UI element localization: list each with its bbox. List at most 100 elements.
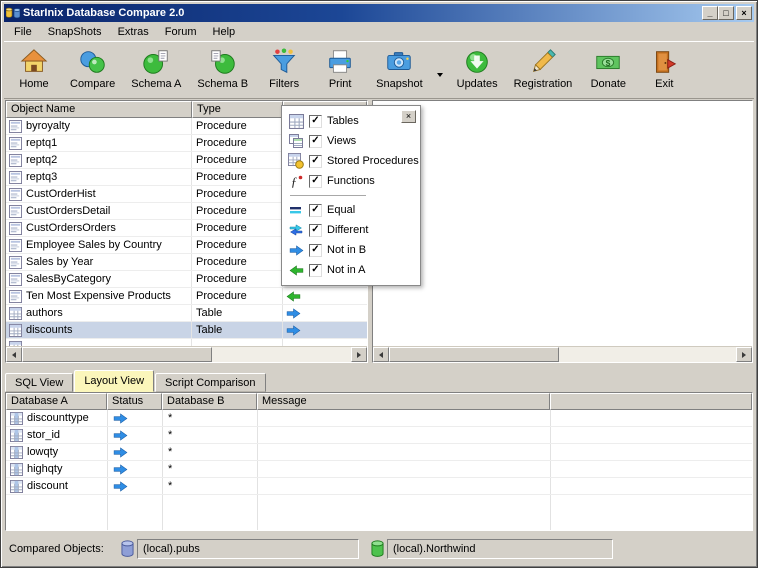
object-type-icon	[9, 154, 22, 167]
comparison-row[interactable]: discount *	[6, 478, 752, 495]
object-name: reptq1	[26, 137, 57, 149]
scroll-left-button[interactable]	[6, 347, 22, 362]
different-checkbox[interactable]	[309, 224, 322, 237]
column-icon	[10, 446, 23, 459]
snapshot-dropdown-button[interactable]	[433, 66, 447, 84]
toolbar-filters-button[interactable]: Filters	[258, 44, 310, 92]
database-b-icon	[371, 540, 384, 558]
popup-separator	[290, 195, 366, 196]
object-type: Procedure	[192, 169, 283, 185]
toolbar: Home Compare Schema A	[4, 41, 754, 99]
registration-icon	[528, 47, 558, 77]
triangle-left-icon	[376, 352, 383, 358]
close-button[interactable]: ×	[736, 6, 752, 20]
toolbar-exit-button[interactable]: Exit	[638, 44, 690, 92]
column-icon	[10, 463, 23, 476]
column-header-status[interactable]: Status	[107, 393, 162, 410]
stored-procedures-checkbox[interactable]	[309, 155, 322, 168]
column-name: highqty	[27, 463, 62, 475]
scroll-left-button[interactable]	[373, 347, 389, 362]
updates-icon	[462, 47, 492, 77]
database-b-value: *	[162, 478, 257, 494]
object-type-icon	[9, 273, 22, 286]
filter-item-different[interactable]: Different	[282, 220, 420, 240]
filter-item-tables[interactable]: Tables	[282, 111, 420, 131]
column-header-message[interactable]: Message	[257, 393, 550, 410]
views-checkbox[interactable]	[309, 135, 322, 148]
toolbar-print-button[interactable]: Print	[314, 44, 366, 92]
compared-objects-label: Compared Objects:	[9, 533, 104, 565]
status-arrow-icon	[286, 308, 301, 319]
comparison-row[interactable]: lowqty *	[6, 444, 752, 461]
toolbar-donate-button[interactable]: $ Donate	[582, 44, 634, 92]
filter-item-not-in-b[interactable]: Not in B	[282, 240, 420, 260]
object-type: Procedure	[192, 288, 283, 304]
toolbar-schema-a-button[interactable]: Schema A	[125, 44, 187, 92]
equal-checkbox[interactable]	[309, 204, 322, 217]
column-header-object-name[interactable]: Object Name	[6, 101, 192, 118]
not-in-b-checkbox[interactable]	[309, 244, 322, 257]
filters-popup: × Tables Views	[281, 105, 421, 286]
tab-sql-view[interactable]: SQL View	[5, 373, 73, 392]
object-row[interactable]	[6, 339, 367, 346]
column-name: stor_id	[27, 429, 60, 441]
menu-snapshots[interactable]: SnapShots	[40, 24, 110, 40]
tab-script-comparison[interactable]: Script Comparison	[155, 373, 265, 392]
object-row[interactable]: discounts Table	[6, 322, 367, 339]
scroll-right-button[interactable]	[736, 347, 752, 362]
comparison-row[interactable]: highqty *	[6, 461, 752, 478]
home-icon	[19, 47, 49, 77]
menu-forum[interactable]: Forum	[157, 24, 205, 40]
object-row[interactable]: authors Table	[6, 305, 367, 322]
maximize-button[interactable]: □	[718, 6, 734, 20]
menu-file[interactable]: File	[6, 24, 40, 40]
minimize-button[interactable]: _	[702, 6, 718, 20]
column-header-type[interactable]: Type	[192, 101, 283, 118]
tables-checkbox[interactable]	[309, 115, 322, 128]
tab-layout-view[interactable]: Layout View	[74, 370, 154, 392]
scroll-thumb[interactable]	[389, 347, 559, 362]
scroll-thumb[interactable]	[22, 347, 212, 362]
filter-item-stored-procedures[interactable]: Stored Procedures	[282, 151, 420, 171]
object-list-hscrollbar[interactable]	[6, 346, 367, 362]
chevron-down-icon	[437, 73, 443, 77]
not-in-a-icon	[288, 262, 304, 278]
database-a-field: (local).pubs	[137, 539, 359, 559]
toolbar-registration-button[interactable]: Registration	[508, 44, 579, 92]
object-row[interactable]: Ten Most Expensive Products Procedure	[6, 288, 367, 305]
toolbar-compare-button[interactable]: Compare	[64, 44, 121, 92]
toolbar-schema-b-button[interactable]: Schema B	[191, 44, 254, 92]
object-type-icon	[9, 256, 22, 269]
menu-help[interactable]: Help	[205, 24, 244, 40]
object-type: Procedure	[192, 254, 283, 270]
filter-item-not-in-a[interactable]: Not in A	[282, 260, 420, 280]
column-header-database-b[interactable]: Database B	[162, 393, 257, 410]
view-tabs: SQL View Layout View Script Comparison	[5, 370, 267, 392]
object-name: Sales by Year	[26, 256, 93, 268]
filter-item-functions[interactable]: ƒ Functions	[282, 171, 420, 191]
toolbar-home-button[interactable]: Home	[8, 44, 60, 92]
column-icon	[10, 429, 23, 442]
scroll-right-button[interactable]	[351, 347, 367, 362]
column-header-database-a[interactable]: Database A	[6, 393, 107, 410]
toolbar-updates-button[interactable]: Updates	[451, 44, 504, 92]
schema-a-icon	[141, 47, 171, 77]
exit-icon	[649, 47, 679, 77]
menu-extras[interactable]: Extras	[110, 24, 157, 40]
filter-item-equal[interactable]: Equal	[282, 200, 420, 220]
object-type: Procedure	[192, 135, 283, 151]
object-type: Procedure	[192, 203, 283, 219]
schema-b-icon	[208, 47, 238, 77]
triangle-left-icon	[9, 352, 16, 358]
detail-panel-hscrollbar[interactable]	[373, 346, 752, 362]
object-type: Procedure	[192, 237, 283, 253]
not-in-b-icon	[288, 242, 304, 258]
toolbar-snapshot-button[interactable]: Snapshot	[370, 44, 428, 92]
object-type-icon	[9, 324, 22, 337]
functions-checkbox[interactable]	[309, 175, 322, 188]
comparison-row[interactable]: discounttype *	[6, 410, 752, 427]
not-in-a-checkbox[interactable]	[309, 264, 322, 277]
filter-item-views[interactable]: Views	[282, 131, 420, 151]
comparison-row[interactable]: stor_id *	[6, 427, 752, 444]
popup-close-button[interactable]: ×	[401, 110, 416, 123]
